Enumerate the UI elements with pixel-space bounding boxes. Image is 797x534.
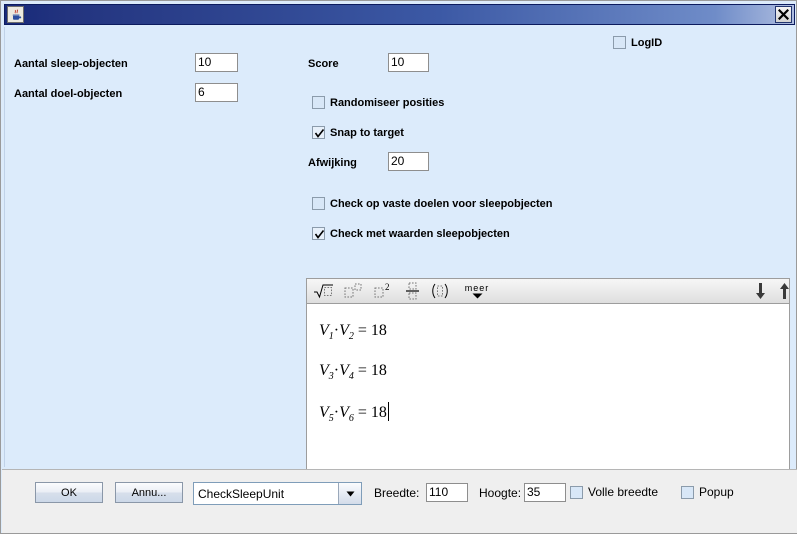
checkbox-logid-label: LogID [631,36,663,49]
checkbox-popup[interactable]: Popup [681,485,734,499]
math-content-area[interactable]: V1·V2 = 18 V3·V4 = 18 V5·V6 = 18 [306,304,790,482]
equation-1-var2: V [339,322,349,339]
parentheses-icon[interactable] [427,279,453,303]
chevron-down-icon[interactable] [338,483,361,504]
field-aantal-sleep-objecten[interactable]: 10 [195,53,238,72]
check-icon [314,129,325,138]
checkbox-randomiseer-posities-box[interactable] [312,96,325,109]
label-aantal-sleep-objecten: Aantal sleep-objecten [14,58,128,70]
equation-2-sub2: 4 [348,371,354,382]
dialog-window: Aantal sleep-objecten 10 Aantal doel-obj… [0,0,797,534]
content-pane: Aantal sleep-objecten 10 Aantal doel-obj… [4,27,795,482]
checkbox-snap-to-target[interactable]: Snap to target [312,126,404,139]
checkbox-randomiseer-posities-label: Randomiseer posities [330,96,445,109]
parentheses-glyph [432,283,448,299]
text-caret [387,402,389,421]
checkbox-check-vaste-doelen-label: Check op vaste doelen voor sleepobjecten [330,197,553,210]
checkbox-check-waarden-box[interactable] [312,227,325,240]
arrow-up-icon [779,283,789,299]
checkbox-volle-breedte[interactable]: Volle breedte [570,485,658,499]
label-hoogte: Hoogte: [479,486,522,500]
scroll-down-button[interactable] [750,279,770,303]
power-icon[interactable] [341,279,367,303]
field-afwijking[interactable]: 20 [388,152,429,171]
cancel-button[interactable]: Annu... [115,482,183,503]
square-icon[interactable]: 2 [371,279,397,303]
fraction-icon[interactable] [401,279,425,303]
checkbox-check-waarden-label: Check met waarden sleepobjecten [330,227,510,240]
equation-3-equals: = [357,404,367,421]
equation-2-result: 18 [370,362,387,379]
checkbox-snap-to-target-label: Snap to target [330,126,404,139]
label-score: Score [308,58,339,70]
equation-1-equals: = [357,322,367,339]
scroll-up-button[interactable] [774,279,794,303]
more-menu-label: meer [464,283,490,293]
unit-select[interactable]: CheckSleepUnit [193,482,362,505]
chevron-down-icon [472,293,482,299]
sqrt-glyph [314,284,333,299]
java-cup-glyph [12,9,22,20]
checkbox-check-vaste-doelen[interactable]: Check op vaste doelen voor sleepobjecten [312,197,553,210]
title-bar [4,4,795,25]
check-icon [314,230,325,239]
checkbox-snap-to-target-box[interactable] [312,126,325,139]
unit-select-value: CheckSleepUnit [198,486,285,501]
checkbox-volle-breedte-box[interactable] [570,485,583,499]
svg-text:2: 2 [385,283,390,292]
footer-bar: OK Annu... CheckSleepUnit Breedte: 110 H… [2,469,797,533]
equation-1-result: 18 [370,322,387,339]
equation-3-result: 18 [370,404,387,421]
equation-1-sub2: 2 [348,331,354,342]
close-button[interactable] [775,6,792,23]
field-hoogte[interactable]: 35 [524,483,566,502]
equation-row: V3·V4 = 18 [319,362,387,382]
equation-row: V1·V2 = 18 [319,322,387,342]
equation-row: V5·V6 = 18 [319,402,389,424]
math-toolbar: 2 meer [306,278,790,304]
math-editor: 2 meer V1·V2 = 18 V3·V4 = 18 V5·V6 = 18 [306,278,790,482]
label-breedte: Breedte: [374,486,420,500]
checkbox-popup-box[interactable] [681,485,694,499]
equation-1-var1: V [319,322,329,339]
label-afwijking: Afwijking [308,157,357,169]
equation-2-var2: V [339,362,349,379]
field-breedte[interactable]: 110 [426,483,468,502]
label-aantal-doel-objecten: Aantal doel-objecten [14,88,123,100]
checkbox-logid-box[interactable] [613,36,626,49]
checkbox-randomiseer-posities[interactable]: Randomiseer posities [312,96,444,109]
more-menu[interactable]: meer [457,279,497,303]
ok-button[interactable]: OK [35,482,103,503]
power-glyph [344,283,362,298]
field-aantal-doel-objecten[interactable]: 6 [195,83,238,102]
fraction-glyph [406,282,419,300]
checkbox-volle-breedte-label: Volle breedte [588,485,659,499]
checkbox-check-vaste-doelen-box[interactable] [312,197,325,210]
checkbox-check-waarden[interactable]: Check met waarden sleepobjecten [312,227,510,240]
java-cup-icon [7,6,24,23]
equation-2-equals: = [357,362,367,379]
equation-2-var1: V [319,362,329,379]
checkbox-logid[interactable]: LogID [613,36,662,49]
equation-3-sub2: 6 [348,413,354,424]
arrow-down-icon [755,283,765,299]
chevron-down-glyph [346,491,354,496]
sqrt-icon[interactable] [311,279,337,303]
equation-3-var2: V [339,404,349,421]
field-score[interactable]: 10 [388,53,429,72]
close-icon [778,9,789,20]
square-glyph: 2 [374,283,390,298]
equation-3-var1: V [319,404,329,421]
checkbox-popup-label: Popup [699,485,734,499]
